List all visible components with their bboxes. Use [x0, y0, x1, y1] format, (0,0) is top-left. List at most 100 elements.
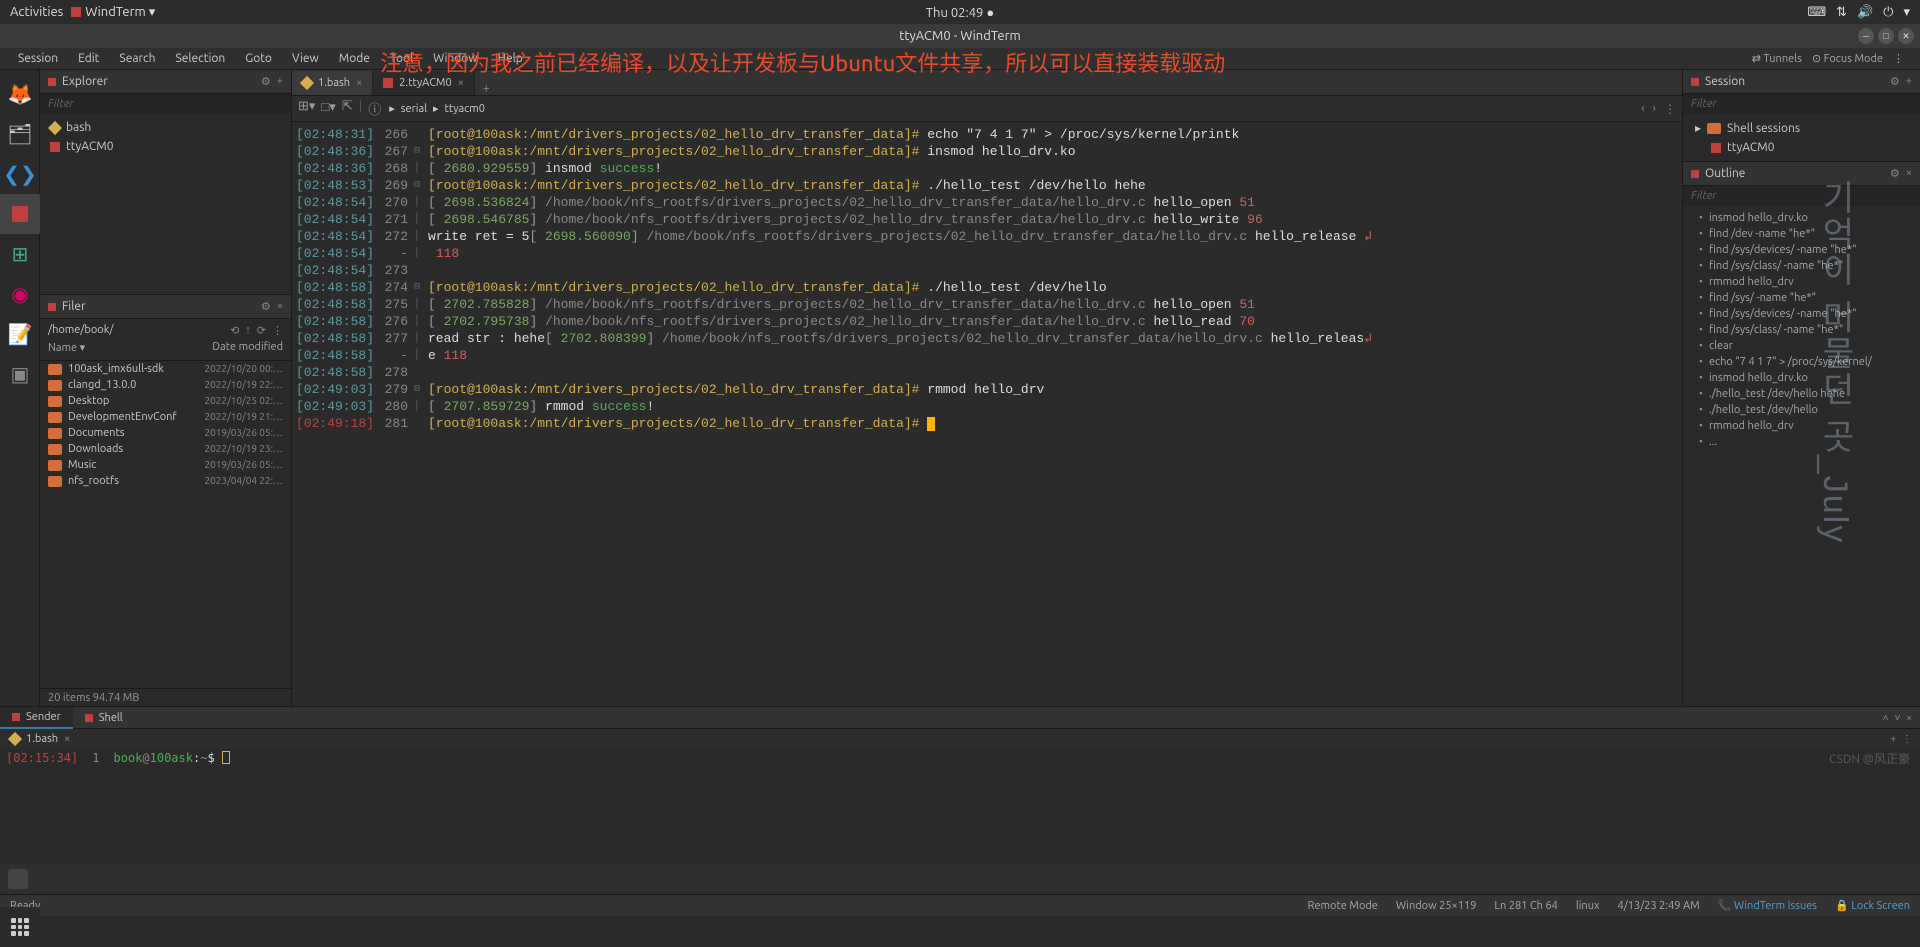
bp-expand-icon[interactable]: ˅	[1895, 712, 1901, 724]
outline-close-icon[interactable]: ×	[1906, 167, 1912, 180]
outline-item[interactable]: rmmod hello_drv	[1683, 274, 1920, 290]
menu-window[interactable]: Window	[425, 50, 485, 67]
menu-goto[interactable]: Goto	[237, 50, 280, 67]
outline-item[interactable]: find /sys/devices/ -name "he*"	[1683, 306, 1920, 322]
outline-item[interactable]: insmod hello_drv.ko	[1683, 370, 1920, 386]
filer-sync-icon[interactable]: ⟲	[230, 324, 239, 337]
menu-mode[interactable]: Mode	[331, 50, 378, 67]
filer-row[interactable]: clangd_13.0.02022/10/19 22:…	[40, 377, 291, 393]
outline-item[interactable]: find /dev -name "he*"	[1683, 226, 1920, 242]
outline-item[interactable]: ./hello_test /dev/hello	[1683, 402, 1920, 418]
bp-collapse-icon[interactable]: ˄	[1883, 712, 1889, 724]
outline-item[interactable]: find /sys/ -name "he*"	[1683, 290, 1920, 306]
bottom-subtab[interactable]: 1.bash×	[0, 733, 80, 745]
filer-row[interactable]: Documents2019/03/26 05:…	[40, 425, 291, 441]
filer-refresh-icon[interactable]: ⟳	[257, 324, 266, 337]
filer-row[interactable]: 100ask_imx6ull-sdk2022/10/20 00:…	[40, 361, 291, 377]
outline-item[interactable]: find /sys/class/ -name "he*"	[1683, 322, 1920, 338]
outline-item[interactable]: ./hello_test /dev/hello hehe	[1683, 386, 1920, 402]
outline-item[interactable]: rmmod hello_drv	[1683, 418, 1920, 434]
filer-row[interactable]: nfs_rootfs2023/04/04 22:…	[40, 473, 291, 489]
outline-item[interactable]: insmod hello_drv.ko	[1683, 210, 1920, 226]
session-item[interactable]: ttyACM0	[1683, 138, 1920, 157]
status-app-icon[interactable]	[8, 869, 28, 889]
tb-info-icon[interactable]: ⓘ	[368, 99, 381, 118]
menu-view[interactable]: View	[284, 50, 327, 67]
network-icon[interactable]: ⇅	[1836, 5, 1847, 20]
session-group[interactable]: ▸Shell sessions	[1683, 118, 1920, 138]
bp-sub-add-icon[interactable]: +	[1890, 733, 1896, 745]
apps-grid-button[interactable]	[0, 907, 40, 947]
dock-windterm[interactable]	[0, 194, 40, 234]
explorer-settings-icon[interactable]: ⚙	[261, 75, 271, 88]
minimize-button[interactable]: ─	[1858, 28, 1874, 44]
filer-settings-icon[interactable]: ⚙	[261, 300, 271, 313]
tunnels-button[interactable]: ⇄ Tunnels	[1752, 52, 1802, 65]
sender-body[interactable]: [02:15:34]1book@100ask:~$	[0, 749, 1920, 864]
dock-files[interactable]: 🗂	[0, 114, 40, 154]
dock-code[interactable]: ❮❯	[0, 154, 40, 194]
filer-up-icon[interactable]: ↑	[245, 324, 251, 337]
dock-app5[interactable]: ⊞	[0, 234, 40, 274]
filer-col-date[interactable]: Date modified	[212, 341, 283, 360]
terminal-output[interactable]: [02:48:31]266[root@100ask:/mnt/drivers_p…	[292, 122, 1682, 706]
dock-app6[interactable]: ◉	[0, 274, 40, 314]
sound-icon[interactable]: 🔊	[1857, 5, 1873, 20]
menu-tool[interactable]: Tool	[382, 50, 421, 67]
dropdown-icon[interactable]: ▾	[1903, 5, 1910, 20]
tb-nav-icon[interactable]: ⊞▾	[298, 99, 315, 118]
activities-button[interactable]: Activities	[10, 5, 63, 19]
tb-external-icon[interactable]: ⇱	[342, 99, 353, 118]
filer-row[interactable]: DevelopmentEnvConf2022/10/19 21:…	[40, 409, 291, 425]
dock-firefox[interactable]: 🦊	[0, 74, 40, 114]
filer-path[interactable]: /home/book/	[48, 324, 113, 336]
app-indicator[interactable]: WindTerm ▾	[71, 5, 155, 20]
focus-mode-button[interactable]: ⊙ Focus Mode	[1812, 52, 1883, 65]
outline-filter[interactable]: Filter	[1683, 186, 1920, 206]
menu-more-icon[interactable]: ⋮	[1893, 52, 1904, 65]
dock-app7[interactable]: 📝	[0, 314, 40, 354]
status-issues-link[interactable]: 📞 WindTerm Issues	[1718, 899, 1817, 912]
status-remote[interactable]: Remote Mode	[1308, 900, 1378, 912]
bottom-tab-shell[interactable]: Shell	[73, 707, 135, 729]
power-icon[interactable]: ⏻	[1883, 5, 1893, 20]
explorer-item[interactable]: bash	[40, 118, 291, 137]
menu-session[interactable]: Session	[10, 50, 66, 67]
bp-close-icon[interactable]: ×	[1906, 712, 1912, 724]
tab-bash[interactable]: 1.bash×	[292, 71, 373, 95]
outline-item[interactable]: clear	[1683, 338, 1920, 354]
outline-item[interactable]: find /sys/class/ -name "he*"	[1683, 258, 1920, 274]
outline-item[interactable]: find /sys/devices/ -name "he*"	[1683, 242, 1920, 258]
filer-close-icon[interactable]: ×	[277, 300, 283, 313]
tb-more-icon[interactable]: ⋮	[1664, 102, 1676, 116]
outline-settings-icon[interactable]: ⚙	[1890, 167, 1900, 180]
menu-search[interactable]: Search	[111, 50, 163, 67]
session-add-icon[interactable]: +	[1906, 75, 1912, 88]
menu-edit[interactable]: Edit	[70, 50, 107, 67]
explorer-item[interactable]: ttyACM0	[40, 137, 291, 156]
status-lock-link[interactable]: 🔒 Lock Screen	[1835, 899, 1910, 912]
bottom-tab-sender[interactable]: Sender	[0, 707, 73, 729]
tab-add-icon[interactable]: +	[475, 82, 498, 95]
dock-terminal[interactable]: ▣	[0, 354, 40, 394]
tab-ttyacm0[interactable]: 2.ttyACM0×	[373, 71, 475, 95]
outline-item[interactable]: echo "7 4 1 7" > /proc/sys/kernel/	[1683, 354, 1920, 370]
filer-row[interactable]: Music2019/03/26 05:…	[40, 457, 291, 473]
session-settings-icon[interactable]: ⚙	[1890, 75, 1900, 88]
session-filter[interactable]: Filter	[1683, 94, 1920, 114]
clock[interactable]: Thu 02:49 ●	[926, 5, 994, 20]
explorer-add-icon[interactable]: +	[277, 75, 283, 88]
tab-close-icon[interactable]: ×	[356, 77, 362, 89]
filer-row[interactable]: Downloads2022/10/19 23:…	[40, 441, 291, 457]
outline-item[interactable]: ...	[1683, 434, 1920, 450]
tab-close-icon[interactable]: ×	[458, 77, 464, 89]
keyboard-icon[interactable]: ⌨	[1807, 5, 1826, 20]
filer-more-icon[interactable]: ⋮	[272, 324, 283, 337]
explorer-filter[interactable]: Filter	[40, 94, 291, 114]
tb-prev-icon[interactable]: ‹	[1641, 102, 1644, 116]
bp-sub-more-icon[interactable]: ⋮	[1902, 733, 1912, 745]
filer-col-name[interactable]: Name ▾	[48, 341, 212, 360]
maximize-button[interactable]: □	[1878, 28, 1894, 44]
close-button[interactable]: ✕	[1898, 28, 1914, 44]
menu-selection[interactable]: Selection	[167, 50, 233, 67]
